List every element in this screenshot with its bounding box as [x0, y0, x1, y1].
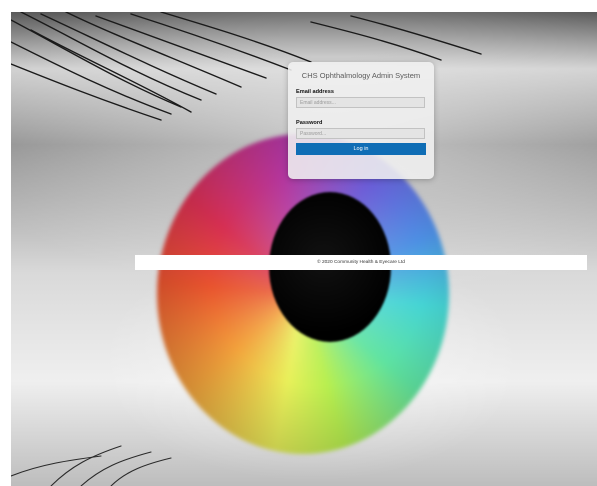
login-page: CHS Ophthalmology Admin System Email add… — [0, 0, 597, 486]
email-input[interactable] — [296, 97, 425, 108]
lower-eyelashes-decoration — [11, 445, 172, 486]
login-title: CHS Ophthalmology Admin System — [301, 71, 421, 80]
email-label: Email address — [296, 89, 334, 95]
footer-bar: © 2020 Community Health & Eyecare Ltd — [135, 255, 587, 270]
login-button[interactable]: Log in — [296, 143, 426, 155]
copyright-text: © 2020 Community Health & Eyecare Ltd — [317, 260, 405, 265]
login-card: CHS Ophthalmology Admin System Email add… — [288, 62, 434, 179]
email-field-group: Email address — [296, 89, 426, 108]
password-label: Password — [296, 120, 323, 126]
password-input[interactable] — [296, 128, 425, 139]
password-field-group: Password — [296, 120, 426, 139]
